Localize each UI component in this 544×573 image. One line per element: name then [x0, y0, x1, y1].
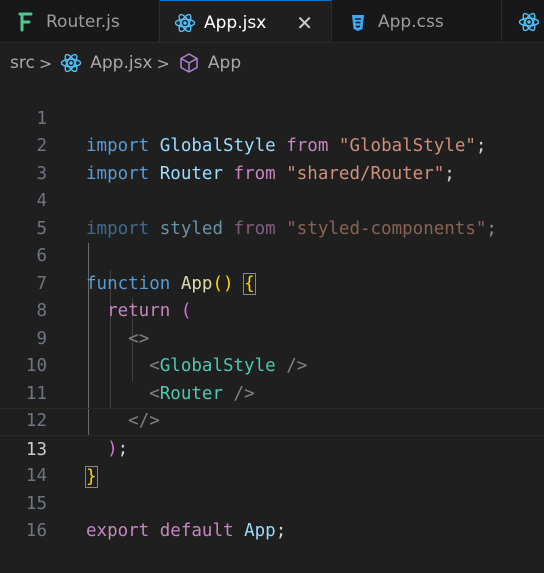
cube-icon — [178, 52, 200, 74]
tab-app-jsx[interactable]: App.jsx ✕ — [160, 0, 332, 42]
code-line: 2 import Router from "shared/Router"; — [0, 106, 544, 184]
breadcrumb: src > App.jsx > App — [0, 43, 544, 83]
css-icon — [348, 11, 370, 33]
breadcrumb-symbol[interactable]: App — [208, 53, 241, 73]
code-line: 9 <GlobalStyle /> — [0, 298, 544, 377]
code-line: 4 import styled from "styled-components"… — [0, 161, 544, 239]
chevron-right-icon: > — [156, 53, 170, 73]
fork-icon — [16, 11, 38, 33]
code-line: 10 <Router /> — [0, 326, 544, 404]
editor-tab-bar: Router.js App.jsx ✕ App.css — [0, 0, 544, 43]
tab-label: App.css — [378, 11, 444, 32]
close-icon[interactable]: ✕ — [296, 13, 313, 33]
react-icon — [60, 52, 82, 74]
tab-app-css[interactable]: App.css — [332, 0, 502, 42]
code-line: 6 function App() { — [0, 216, 544, 295]
react-icon — [174, 12, 196, 34]
breadcrumb-file[interactable]: App.jsx — [90, 53, 152, 73]
code-line: 3 — [0, 133, 544, 184]
identifier: App — [244, 521, 276, 541]
code-line: 14 — [0, 436, 544, 486]
react-icon — [518, 11, 540, 33]
chevron-right-icon: > — [38, 53, 53, 73]
keyword: export — [86, 521, 150, 541]
tab-overflow[interactable] — [502, 0, 544, 42]
keyword: default — [159, 521, 234, 541]
code-line: 8 <> — [0, 271, 544, 349]
code-line: 15 export default App; — [0, 463, 544, 542]
code-editor[interactable]: 1 import GlobalStyle from "GlobalStyle";… — [0, 78, 544, 542]
code-line: 5 — [0, 188, 544, 239]
tab-router-js[interactable]: Router.js — [0, 0, 160, 42]
code-line: 11 </> — [0, 353, 544, 432]
tab-label: Router.js — [46, 11, 120, 32]
tab-label: App.jsx — [204, 12, 267, 33]
code-line-current: 13 } — [0, 408, 544, 488]
code-line: 7 return ( — [0, 243, 544, 322]
code-line: 1 import GlobalStyle from "GlobalStyle"; — [0, 78, 544, 157]
breadcrumb-folder[interactable]: src — [10, 53, 35, 73]
line-number: 16 — [25, 521, 47, 541]
code-line: 16 — [0, 491, 544, 541]
code-line: 12 ); — [0, 381, 544, 459]
punctuation: ; — [275, 521, 287, 541]
